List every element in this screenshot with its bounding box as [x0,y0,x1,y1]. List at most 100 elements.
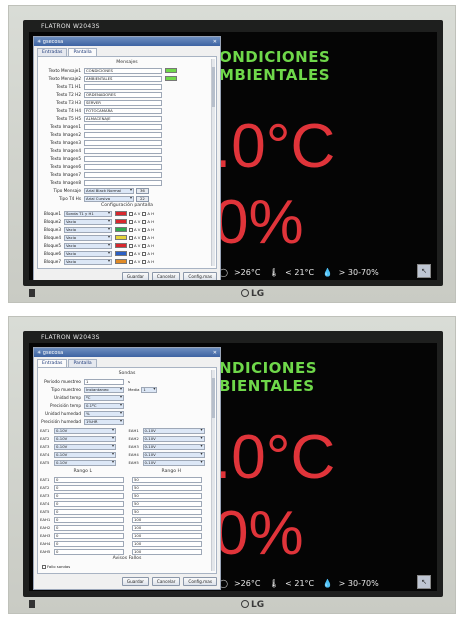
bloque-select[interactable]: Vacio [64,258,112,265]
bloque-color-swatch[interactable] [115,211,127,216]
bloque-check-ah[interactable]: A H [142,259,154,264]
bloque-check-ah[interactable]: A H [142,227,154,232]
channel-select[interactable]: 0-10V [142,459,205,466]
range-low-input[interactable]: 0 [54,516,124,523]
bloque-check-av[interactable]: A V [129,211,140,216]
channel-select[interactable]: 0-10V [54,459,116,466]
range-high-input[interactable]: 100 [132,516,202,523]
text-row-input[interactable] [84,147,162,154]
bloque-select[interactable]: Vacio [64,250,112,257]
bloque-check-av[interactable]: A V [129,227,140,232]
unidad-hum-select[interactable]: % [84,410,124,417]
bloque-color-swatch[interactable] [115,251,127,256]
tipo-mensaje-size[interactable]: 36 [136,187,149,194]
fallo-sondas-checkbox[interactable]: Fallo sondas [42,564,70,569]
range-high-input[interactable]: 50 [132,492,202,499]
unidad-temp-select[interactable]: ºC [84,394,124,401]
tab-pantalla[interactable]: Pantalla [68,359,97,367]
text-row-input[interactable] [84,123,162,130]
tipo-th-size[interactable]: 22 [136,195,149,202]
bloque-check-ah[interactable]: A H [142,219,154,224]
range-high-input[interactable]: 100 [132,540,202,547]
channel-select[interactable]: 0-10V [54,435,116,442]
text-row-input[interactable]: CONDICIONES [84,67,162,74]
text-row-input[interactable] [84,163,162,170]
media-select[interactable]: 1 [141,386,158,393]
bloque-select[interactable]: Vacio [64,234,112,241]
range-low-input[interactable]: 0 [54,484,124,491]
bloque-select[interactable]: Vacio [64,242,112,249]
tipo-muestreo-select[interactable]: Instantaneo [84,386,124,393]
channel-select[interactable]: 0-10V [54,427,116,434]
precision-temp-select[interactable]: 0.1ºC [84,402,124,409]
save-button[interactable]: Guardar [121,272,149,280]
range-low-input[interactable]: 0 [54,540,124,547]
tipo-mensaje-font[interactable]: Arial Black Normal [84,187,134,194]
range-high-input[interactable]: 50 [132,476,202,483]
periodo-input[interactable]: 1 [84,378,124,385]
tipo-th-font[interactable]: Arial Cursiva [84,195,134,202]
range-high-input[interactable]: 50 [132,508,202,515]
channel-select[interactable]: 0-10V [142,443,205,450]
bloque-select[interactable]: Vacio [64,218,112,225]
range-high-input[interactable]: 50 [132,500,202,507]
bloque-check-av[interactable]: A V [129,251,140,256]
tab-entradas[interactable]: Entradas [37,48,68,56]
channel-select[interactable]: 0-10V [54,451,116,458]
text-row-input[interactable] [84,83,162,90]
range-low-input[interactable]: 0 [54,532,124,539]
text-row-input[interactable]: FOTOCAMARA [84,107,162,114]
tab-pantalla[interactable]: Pantalla [68,48,97,56]
text-row-input[interactable]: ORDENADORES [84,91,162,98]
range-high-input[interactable]: 100 [132,548,202,555]
text-row-input[interactable] [84,139,162,146]
bloque-select[interactable]: Sonda T1 y H1 [64,210,112,217]
cancel-button[interactable]: Cancelar [151,272,181,280]
text-row-input[interactable]: AMBIENTALES [84,75,162,82]
bloque-check-av[interactable]: A V [129,235,140,240]
range-high-input[interactable]: 50 [132,484,202,491]
bloque-check-av[interactable]: A V [129,243,140,248]
bloque-check-ah[interactable]: A H [142,235,154,240]
text-row-input[interactable]: ALMACENAJE [84,115,162,122]
bloque-color-swatch[interactable] [115,235,127,240]
screen-corner-button[interactable]: ↖ [417,264,431,278]
bloque-check-av[interactable]: A V [129,219,140,224]
bloque-select[interactable]: Vacio [64,226,112,233]
bloque-check-ah[interactable]: A H [142,243,154,248]
config-button[interactable]: Config.mas [183,272,217,280]
channel-select[interactable]: 0-10V [142,427,205,434]
bloque-check-ah[interactable]: A H [142,251,154,256]
bloque-color-swatch[interactable] [115,219,127,224]
bloque-color-swatch[interactable] [115,227,127,232]
close-icon[interactable]: ✕ [213,39,217,45]
panel-scrollbar[interactable] [211,59,215,266]
range-low-input[interactable]: 0 [54,524,124,531]
bloque-color-swatch[interactable] [115,259,127,264]
screen-corner-button[interactable]: ↖ [417,575,431,589]
range-low-input[interactable]: 0 [54,508,124,515]
text-row-input[interactable] [84,155,162,162]
text-row-input[interactable] [84,179,162,186]
panel-scrollbar[interactable] [211,370,215,571]
bloque-check-av[interactable]: A V [129,259,140,264]
text-color-swatch[interactable] [165,68,177,73]
bloque-check-ah[interactable]: A H [142,211,154,216]
range-low-input[interactable]: 0 [54,476,124,483]
save-button[interactable]: Guardar [121,577,149,586]
text-row-input[interactable] [84,131,162,138]
range-low-input[interactable]: 0 [54,548,124,555]
text-color-swatch[interactable] [165,76,177,81]
tab-entradas[interactable]: Entradas [37,359,68,367]
bloque-color-swatch[interactable] [115,243,127,248]
channel-select[interactable]: 0-10V [142,451,205,458]
range-low-input[interactable]: 0 [54,492,124,499]
range-high-input[interactable]: 100 [132,532,202,539]
config-button[interactable]: Config.mas [183,577,217,586]
close-icon[interactable]: ✕ [213,350,217,356]
text-row-input[interactable] [84,171,162,178]
channel-select[interactable]: 0-10V [54,443,116,450]
channel-select[interactable]: 0-10V [142,435,205,442]
cancel-button[interactable]: Cancelar [151,577,181,586]
text-row-input[interactable]: SERVER [84,99,162,106]
